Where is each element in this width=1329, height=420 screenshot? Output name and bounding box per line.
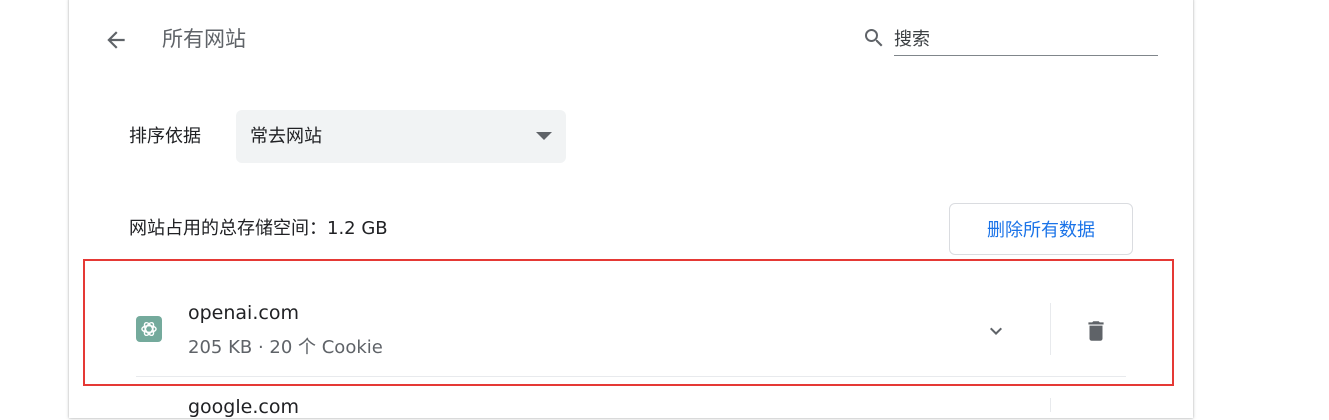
page-title: 所有网站 (162, 27, 246, 51)
search-input[interactable] (894, 24, 1158, 56)
trash-icon (1088, 321, 1104, 341)
clear-all-data-button[interactable]: 删除所有数据 (949, 203, 1133, 255)
site-row[interactable]: openai.com 205 KB · 20 个 Cookie (136, 287, 1126, 377)
arrow-back-icon (107, 31, 125, 49)
sort-label: 排序依据 (129, 126, 201, 147)
chevron-down-icon (990, 327, 1002, 335)
row-divider (136, 376, 1126, 377)
site-name[interactable]: google.com (188, 394, 299, 420)
caret-down-icon (536, 132, 552, 140)
delete-site-button[interactable] (1078, 313, 1114, 349)
site-name[interactable]: openai.com (188, 300, 299, 326)
search-icon[interactable] (862, 26, 886, 50)
expand-button[interactable] (978, 313, 1014, 349)
back-button[interactable] (98, 22, 134, 58)
storage-summary: 网站占用的总存储空间：1.2 GB (129, 218, 388, 239)
site-meta: 205 KB · 20 个 Cookie (188, 337, 383, 358)
search-box (860, 22, 1158, 58)
sort-selected-value: 常去网站 (250, 126, 322, 147)
openai-favicon-icon (136, 316, 162, 342)
row-divider-vertical (1050, 303, 1051, 355)
sort-select[interactable]: 常去网站 (236, 110, 566, 163)
